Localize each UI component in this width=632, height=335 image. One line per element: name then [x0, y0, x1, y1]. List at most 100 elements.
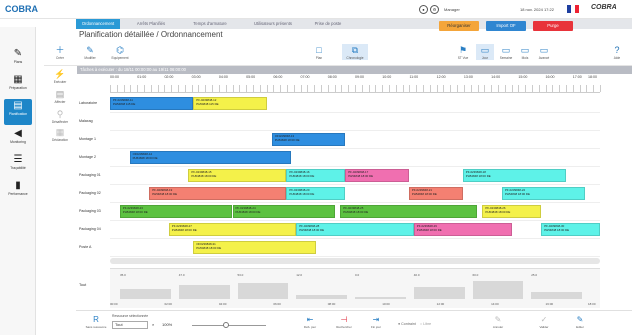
tab-ordonnancement[interactable]: Ordonnancement	[76, 19, 120, 29]
tab-arrets[interactable]: Arrêts Planifiés	[126, 19, 176, 29]
task-bar[interactable]: PF-0239848-27 PH54848 18:00 DE	[168, 223, 297, 236]
st-view-button[interactable]: ⚑ ST Vue	[450, 44, 476, 60]
task-detail: PH54848 115 DE	[196, 101, 219, 106]
sans-ressource-button[interactable]: R Sans ressource	[84, 314, 108, 329]
task-bar[interactable]: PF-0239848-22 PH54848 18:00 DE	[502, 187, 586, 200]
tab-prise[interactable]: Prise de poste	[306, 19, 350, 29]
task-bar[interactable]: PF-0239848-15 PH54848 18:00 DE	[188, 169, 287, 182]
time-tick	[307, 85, 309, 92]
month-view-button[interactable]: ▭ Mois	[516, 44, 534, 60]
task-bar[interactable]: PF-0239848-23 PH54848 18:00 DE	[119, 205, 233, 218]
time-tick	[266, 85, 268, 92]
task-bar[interactable]: PF-0239848-25 PH54848 18:00 DE	[340, 205, 478, 218]
task-detail: PH54848 18:00 DE	[544, 227, 570, 232]
chronology-icon: ⧉	[351, 45, 359, 55]
task-bar[interactable]: PF-0239848-12 PH54848 115 DE	[193, 97, 267, 110]
search-icon[interactable]: ⌕	[152, 322, 154, 327]
task-bar[interactable]: PF-0239848-17 PH54848 18:00 DE	[345, 169, 409, 182]
task-bar[interactable]: OF0239848-31 PH54848 18:00 DE	[193, 241, 316, 254]
task-bar[interactable]: PF-0239848-18 PH54848 18:00 DE	[462, 169, 566, 182]
libre-toggle[interactable]: ○ Libre	[420, 322, 431, 326]
task-detail: PH54848 18:00 DE	[289, 173, 315, 178]
advanced-view-button[interactable]: ▭ Avancé	[534, 44, 554, 60]
task-detail: PH54848 18:00 DE	[152, 191, 178, 196]
sidebar-item-preparation[interactable]: ▦ Préparation	[0, 73, 36, 99]
time-tick	[320, 85, 322, 92]
unassign-button[interactable]: ⚲ Désaffecter	[48, 108, 72, 124]
start-day-button[interactable]: ⇤ Déb. jour	[298, 314, 322, 329]
row-label: Poste A	[79, 245, 92, 249]
assign-button[interactable]: ▤ Affecter	[48, 88, 72, 104]
zoom-handle[interactable]	[223, 322, 229, 328]
execute-button[interactable]: ⚡ Exécuter	[48, 68, 72, 84]
task-bar[interactable]: OF0239848-13 PH54848 18:00 DE	[271, 133, 346, 146]
reorganize-button[interactable]: Réorganiser	[439, 21, 479, 31]
load-bar	[531, 291, 582, 299]
purge-button[interactable]: Purge	[533, 21, 573, 31]
settings-icon[interactable]: ⚙	[430, 5, 439, 14]
load-value: 40.0	[413, 273, 420, 277]
task-bar[interactable]: PF-0239848-24 PH54848 18:00 DE	[232, 205, 336, 218]
datetime: 18 nov. 2024 17:22	[520, 7, 554, 12]
time-tick	[280, 85, 282, 92]
zoom-slider[interactable]	[192, 325, 266, 326]
load-bar	[237, 283, 289, 299]
edit-button[interactable]: ✎ Editer	[568, 314, 592, 329]
search-button[interactable]: ⊣ Rechercher	[332, 314, 356, 329]
day-view-button[interactable]: ▭ Jour	[476, 44, 494, 60]
time-tick	[314, 85, 316, 92]
sidebar-item-monitoring[interactable]: ◀ Monitoring	[0, 127, 36, 153]
sidebar-item-tracabilite[interactable]: ☰ Traçabilité	[0, 153, 36, 179]
task-bar[interactable]: PF-0239848-29 PH54848 18:00 DE	[413, 223, 512, 236]
sidebar-item-performance[interactable]: ▮ Performance	[0, 179, 36, 205]
user-icon[interactable]: ●	[419, 5, 428, 14]
user-name[interactable]: Manager	[444, 7, 460, 12]
task-bar[interactable]: PF-0239848-26 PH54848 18:00 DE	[482, 205, 542, 218]
equipment-button[interactable]: ⌬ Equipement	[107, 44, 133, 60]
declaration-button[interactable]: ▦ Déclaration	[48, 126, 72, 142]
load-value: 53.0	[237, 273, 244, 277]
time-tick	[497, 85, 499, 92]
end-day-button[interactable]: ⇥ Fin jour	[364, 314, 388, 329]
help-button[interactable]: ? Aide	[604, 44, 630, 60]
tab-utilisateurs[interactable]: Utilisateurs présents	[242, 19, 304, 29]
time-tick	[559, 85, 561, 92]
row-label: Malaxag	[79, 119, 93, 123]
validate-button[interactable]: ✓ Valider	[532, 314, 556, 329]
task-bar[interactable]: PF-0239848-30 PH54848 18:00 DE	[541, 223, 600, 236]
timeline-scrollbar[interactable]	[110, 258, 600, 264]
task-detail: PH54848 18:00 DE	[122, 209, 148, 214]
row-label: Montage 2	[79, 155, 96, 159]
task-bar[interactable]: PF-0239848-28 PH54848 18:00 DE	[296, 223, 414, 236]
task-bar[interactable]: PF-0239848-19 PH54848 18:00 DE	[149, 187, 287, 200]
sidebar-item-plans[interactable]: ✎ Plans	[0, 47, 36, 73]
tab-temps[interactable]: Temps d'armature	[182, 19, 238, 29]
modify-button[interactable]: ✎ Modifier	[77, 44, 103, 60]
task-bar[interactable]: PF-0239848-20 PH54848 18:00 DE	[286, 187, 346, 200]
chronologie-button[interactable]: ⧉ Chronologie	[342, 44, 368, 60]
task-bar[interactable]: PF-0239848-21 PH54848 18:00 DE	[408, 187, 463, 200]
sidebar-item-planification[interactable]: ▤ Planification	[4, 99, 32, 125]
task-bar[interactable]: PF-0239848-16 PH54848 18:00 DE	[286, 169, 346, 182]
time-label: 06:00	[273, 75, 283, 79]
time-tick	[157, 85, 159, 92]
flag-icon[interactable]	[567, 5, 579, 13]
create-button[interactable]: ＋ Créer	[47, 44, 73, 60]
task-bar[interactable]: PF-0239848-11 PH54848 115 DE	[110, 97, 194, 110]
help-icon: ?	[614, 45, 620, 55]
time-tick	[375, 85, 377, 92]
task-detail: PH54848 18:00 DE	[171, 227, 197, 232]
contraint-toggle[interactable]: ● Contraint	[398, 322, 416, 326]
plan-button[interactable]: □ Plan	[306, 44, 332, 60]
cancel-button[interactable]: ✎ Annuler	[486, 314, 510, 329]
task-bar[interactable]: OF0239848-14 PH54848 18:00 DE	[129, 151, 292, 164]
import-of-button[interactable]: Import OF	[486, 21, 526, 31]
week-view-button[interactable]: ▭ Semaine	[496, 44, 516, 60]
ressource-select[interactable]: Tout	[112, 321, 148, 329]
time-label: 15:00	[518, 75, 528, 79]
load-time-label: 06:00	[273, 302, 281, 306]
time-label: 08:00	[327, 75, 337, 79]
check-icon: ✓	[540, 315, 548, 324]
monitor-icon: ◀	[14, 128, 22, 139]
row-label: Packaging 02	[79, 191, 101, 195]
